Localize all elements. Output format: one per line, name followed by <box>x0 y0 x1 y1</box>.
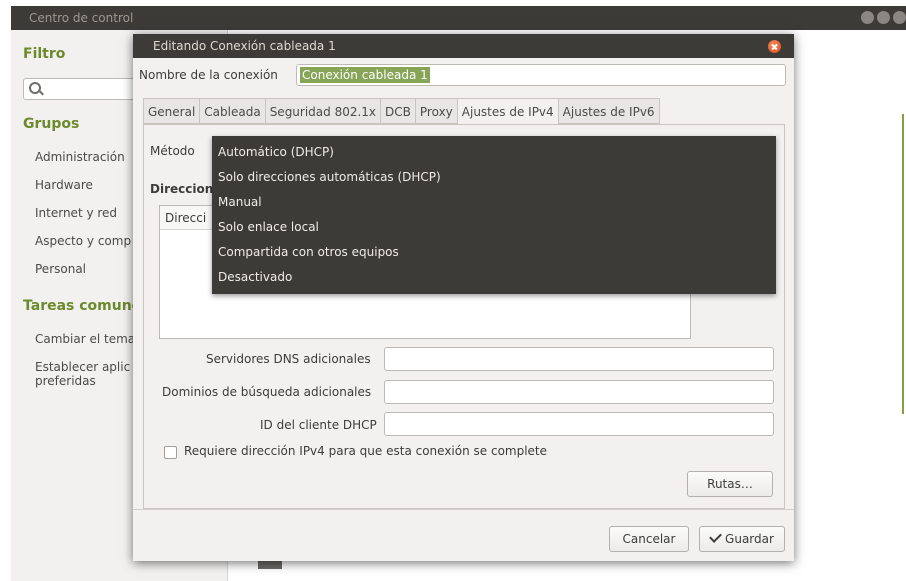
connection-name-label: Nombre de la conexión <box>139 68 278 82</box>
search-domains-label: Dominios de búsqueda adicionales <box>162 385 372 399</box>
connection-name-value: Conexión cableada 1 <box>300 67 430 83</box>
menu-item-dhcp[interactable]: Automático (DHCP) <box>212 140 776 165</box>
dialog-title: Editando Conexión cableada 1 <box>153 39 336 53</box>
dialog-separator <box>133 509 794 510</box>
tab-ipv4-settings[interactable]: Ajustes de IPv4 <box>456 98 558 125</box>
main-scroll-edge <box>902 114 904 414</box>
maximize-icon[interactable] <box>877 11 890 24</box>
filter-heading: Filtro <box>23 46 66 62</box>
require-ipv4-checkbox[interactable] <box>164 446 177 459</box>
checkmark-icon <box>709 530 722 543</box>
task-default-apps-line2[interactable]: preferidas <box>35 374 96 388</box>
close-icon[interactable] <box>768 40 781 53</box>
menu-item-shared[interactable]: Compartida con otros equipos <box>212 240 776 265</box>
tab-cableada[interactable]: Cableada <box>199 98 265 124</box>
menu-item-link-local[interactable]: Solo enlace local <box>212 215 776 240</box>
save-button-label: Guardar <box>725 532 774 546</box>
task-change-theme[interactable]: Cambiar el tema <box>35 332 135 346</box>
routes-button[interactable]: Rutas… <box>687 471 773 497</box>
dns-label: Servidores DNS adicionales <box>206 352 371 366</box>
tab-ipv6-settings[interactable]: Ajustes de IPv6 <box>557 98 660 124</box>
edit-connection-dialog: Editando Conexión cableada 1 Nombre de l… <box>133 34 794 561</box>
tab-proxy[interactable]: Proxy <box>414 98 457 124</box>
dhcp-client-id-input[interactable] <box>384 412 774 436</box>
tasks-heading: Tareas comune <box>23 298 142 314</box>
require-ipv4-label: Requiere dirección IPv4 para que esta co… <box>184 444 548 458</box>
connection-name-input[interactable]: Conexión cableada 1 <box>296 64 786 86</box>
dns-input[interactable] <box>384 347 774 371</box>
sidebar-item-personal[interactable]: Personal <box>35 262 86 276</box>
method-label: Método <box>150 144 195 158</box>
background-tile <box>258 561 282 569</box>
search-domains-input[interactable] <box>384 380 774 404</box>
dialog-titlebar: Editando Conexión cableada 1 <box>133 34 794 58</box>
tab-bar: General Cableada Seguridad 802.1x DCB Pr… <box>143 98 660 125</box>
search-icon <box>29 82 41 94</box>
tab-dcb[interactable]: DCB <box>380 98 415 124</box>
method-dropdown-menu: Automático (DHCP) Solo direcciones autom… <box>212 136 776 294</box>
sidebar-item-aspecto[interactable]: Aspecto y comp <box>35 234 131 248</box>
control-center-title: Centro de control <box>29 11 134 25</box>
menu-item-disabled[interactable]: Desactivado <box>212 265 776 290</box>
window-controls <box>861 11 906 25</box>
task-default-apps[interactable]: Establecer aplic <box>35 360 130 374</box>
minimize-icon[interactable] <box>861 11 874 24</box>
save-button[interactable]: Guardar <box>699 526 785 552</box>
dhcp-client-id-label: ID del cliente DHCP <box>260 418 377 432</box>
addresses-heading: Direccion <box>150 182 214 196</box>
sidebar-item-internet[interactable]: Internet y red <box>35 206 117 220</box>
control-center-titlebar: Centro de control <box>11 6 906 30</box>
cancel-button[interactable]: Cancelar <box>609 526 689 552</box>
sidebar-item-hardware[interactable]: Hardware <box>35 178 93 192</box>
groups-heading: Grupos <box>23 116 80 132</box>
menu-item-manual[interactable]: Manual <box>212 190 776 215</box>
sidebar-item-administracion[interactable]: Administración <box>35 150 125 164</box>
tab-security-8021x[interactable]: Seguridad 802.1x <box>264 98 381 124</box>
menu-item-dhcp-addresses-only[interactable]: Solo direcciones automáticas (DHCP) <box>212 165 776 190</box>
tab-general[interactable]: General <box>143 98 200 124</box>
close-icon[interactable] <box>893 11 906 24</box>
